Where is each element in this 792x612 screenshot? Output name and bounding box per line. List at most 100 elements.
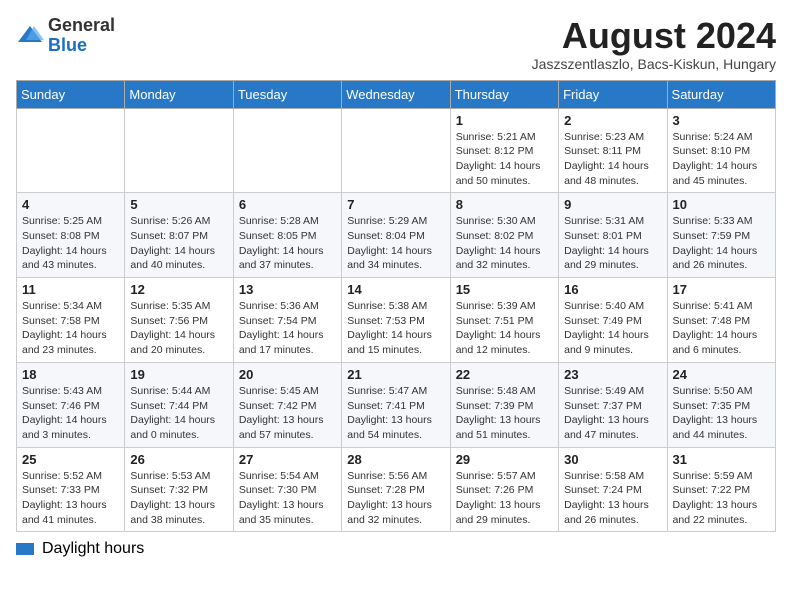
daylight-legend-swatch — [16, 543, 34, 555]
day-detail: Sunrise: 5:39 AM Sunset: 7:51 PM Dayligh… — [456, 299, 553, 358]
logo-icon — [16, 22, 44, 50]
day-number: 15 — [456, 282, 553, 297]
calendar-cell: 26 Sunrise: 5:53 AM Sunset: 7:32 PM Dayli… — [125, 447, 233, 532]
day-detail: Sunrise: 5:57 AM Sunset: 7:26 PM Dayligh… — [456, 469, 553, 528]
day-number: 31 — [673, 452, 770, 467]
day-detail: Sunrise: 5:33 AM Sunset: 7:59 PM Dayligh… — [673, 214, 770, 273]
day-detail: Sunrise: 5:43 AM Sunset: 7:46 PM Dayligh… — [22, 384, 119, 443]
calendar-week-row: 11 Sunrise: 5:34 AM Sunset: 7:58 PM Dayli… — [17, 278, 776, 363]
calendar-table: SundayMondayTuesdayWednesdayThursdayFrid… — [16, 80, 776, 533]
day-detail: Sunrise: 5:30 AM Sunset: 8:02 PM Dayligh… — [456, 214, 553, 273]
day-number: 27 — [239, 452, 336, 467]
calendar-cell — [125, 108, 233, 193]
day-detail: Sunrise: 5:49 AM Sunset: 7:37 PM Dayligh… — [564, 384, 661, 443]
day-number: 16 — [564, 282, 661, 297]
day-detail: Sunrise: 5:53 AM Sunset: 7:32 PM Dayligh… — [130, 469, 227, 528]
day-number: 4 — [22, 197, 119, 212]
calendar-cell: 1 Sunrise: 5:21 AM Sunset: 8:12 PM Daylig… — [450, 108, 558, 193]
day-number: 13 — [239, 282, 336, 297]
day-number: 5 — [130, 197, 227, 212]
day-number: 22 — [456, 367, 553, 382]
day-detail: Sunrise: 5:23 AM Sunset: 8:11 PM Dayligh… — [564, 130, 661, 189]
daylight-legend-label: Daylight hours — [42, 540, 144, 558]
day-detail: Sunrise: 5:58 AM Sunset: 7:24 PM Dayligh… — [564, 469, 661, 528]
day-number: 24 — [673, 367, 770, 382]
day-detail: Sunrise: 5:24 AM Sunset: 8:10 PM Dayligh… — [673, 130, 770, 189]
day-number: 14 — [347, 282, 444, 297]
weekday-header: Friday — [559, 80, 667, 108]
calendar-week-row: 25Sunrise: 5:52 AM Sunset: 7:33 PM Dayli… — [17, 447, 776, 532]
logo-general-text: General — [48, 15, 115, 35]
weekday-header: Thursday — [450, 80, 558, 108]
calendar-cell: 25Sunrise: 5:52 AM Sunset: 7:33 PM Dayli… — [17, 447, 125, 532]
calendar-cell — [233, 108, 341, 193]
day-number: 7 — [347, 197, 444, 212]
day-detail: Sunrise: 5:45 AM Sunset: 7:42 PM Dayligh… — [239, 384, 336, 443]
day-number: 28 — [347, 452, 444, 467]
day-detail: Sunrise: 5:56 AM Sunset: 7:28 PM Dayligh… — [347, 469, 444, 528]
calendar-cell: 17 Sunrise: 5:41 AM Sunset: 7:48 PM Dayli… — [667, 278, 775, 363]
calendar-cell: 9 Sunrise: 5:31 AM Sunset: 8:01 PM Daylig… — [559, 193, 667, 278]
weekday-header: Tuesday — [233, 80, 341, 108]
calendar-cell: 22 Sunrise: 5:48 AM Sunset: 7:39 PM Dayli… — [450, 362, 558, 447]
day-detail: Sunrise: 5:36 AM Sunset: 7:54 PM Dayligh… — [239, 299, 336, 358]
calendar-week-row: 1 Sunrise: 5:21 AM Sunset: 8:12 PM Daylig… — [17, 108, 776, 193]
day-number: 11 — [22, 282, 119, 297]
calendar-cell: 7Sunrise: 5:29 AM Sunset: 8:04 PM Daylig… — [342, 193, 450, 278]
day-number: 1 — [456, 113, 553, 128]
day-number: 26 — [130, 452, 227, 467]
day-number: 17 — [673, 282, 770, 297]
calendar-cell: 21Sunrise: 5:47 AM Sunset: 7:41 PM Dayli… — [342, 362, 450, 447]
day-number: 30 — [564, 452, 661, 467]
title-block: August 2024 Jaszszentlaszlo, Bacs-Kiskun… — [532, 16, 776, 72]
day-number: 10 — [673, 197, 770, 212]
day-number: 3 — [673, 113, 770, 128]
day-number: 12 — [130, 282, 227, 297]
calendar-cell: 27 Sunrise: 5:54 AM Sunset: 7:30 PM Dayli… — [233, 447, 341, 532]
logo: General Blue — [16, 16, 115, 56]
day-detail: Sunrise: 5:31 AM Sunset: 8:01 PM Dayligh… — [564, 214, 661, 273]
day-detail: Sunrise: 5:54 AM Sunset: 7:30 PM Dayligh… — [239, 469, 336, 528]
calendar-cell: 18Sunrise: 5:43 AM Sunset: 7:46 PM Dayli… — [17, 362, 125, 447]
calendar-cell: 8Sunrise: 5:30 AM Sunset: 8:02 PM Daylig… — [450, 193, 558, 278]
day-detail: Sunrise: 5:38 AM Sunset: 7:53 PM Dayligh… — [347, 299, 444, 358]
calendar-cell: 14 Sunrise: 5:38 AM Sunset: 7:53 PM Dayli… — [342, 278, 450, 363]
day-detail: Sunrise: 5:28 AM Sunset: 8:05 PM Dayligh… — [239, 214, 336, 273]
calendar-cell — [342, 108, 450, 193]
day-detail: Sunrise: 5:50 AM Sunset: 7:35 PM Dayligh… — [673, 384, 770, 443]
calendar-header-row: SundayMondayTuesdayWednesdayThursdayFrid… — [17, 80, 776, 108]
month-title: August 2024 — [532, 16, 776, 56]
calendar-cell: 16Sunrise: 5:40 AM Sunset: 7:49 PM Dayli… — [559, 278, 667, 363]
day-number: 23 — [564, 367, 661, 382]
calendar-cell: 29Sunrise: 5:57 AM Sunset: 7:26 PM Dayli… — [450, 447, 558, 532]
day-detail: Sunrise: 5:41 AM Sunset: 7:48 PM Dayligh… — [673, 299, 770, 358]
day-number: 20 — [239, 367, 336, 382]
day-detail: Sunrise: 5:21 AM Sunset: 8:12 PM Dayligh… — [456, 130, 553, 189]
day-number: 2 — [564, 113, 661, 128]
calendar-week-row: 18Sunrise: 5:43 AM Sunset: 7:46 PM Dayli… — [17, 362, 776, 447]
day-number: 9 — [564, 197, 661, 212]
weekday-header: Wednesday — [342, 80, 450, 108]
weekday-header: Sunday — [17, 80, 125, 108]
day-detail: Sunrise: 5:47 AM Sunset: 7:41 PM Dayligh… — [347, 384, 444, 443]
day-detail: Sunrise: 5:52 AM Sunset: 7:33 PM Dayligh… — [22, 469, 119, 528]
weekday-header: Monday — [125, 80, 233, 108]
calendar-cell: 28 Sunrise: 5:56 AM Sunset: 7:28 PM Dayli… — [342, 447, 450, 532]
calendar-cell: 30 Sunrise: 5:58 AM Sunset: 7:24 PM Dayli… — [559, 447, 667, 532]
day-number: 6 — [239, 197, 336, 212]
calendar-cell: 19Sunrise: 5:44 AM Sunset: 7:44 PM Dayli… — [125, 362, 233, 447]
weekday-header: Saturday — [667, 80, 775, 108]
legend: Daylight hours — [16, 540, 776, 558]
logo-blue-text: Blue — [48, 35, 87, 55]
day-detail: Sunrise: 5:34 AM Sunset: 7:58 PM Dayligh… — [22, 299, 119, 358]
day-detail: Sunrise: 5:44 AM Sunset: 7:44 PM Dayligh… — [130, 384, 227, 443]
calendar-cell: 2 Sunrise: 5:23 AM Sunset: 8:11 PM Daylig… — [559, 108, 667, 193]
calendar-cell: 10 Sunrise: 5:33 AM Sunset: 7:59 PM Dayli… — [667, 193, 775, 278]
day-detail: Sunrise: 5:35 AM Sunset: 7:56 PM Dayligh… — [130, 299, 227, 358]
day-detail: Sunrise: 5:59 AM Sunset: 7:22 PM Dayligh… — [673, 469, 770, 528]
calendar-cell: 31 Sunrise: 5:59 AM Sunset: 7:22 PM Dayli… — [667, 447, 775, 532]
calendar-cell: 4Sunrise: 5:25 AM Sunset: 8:08 PM Daylig… — [17, 193, 125, 278]
calendar-cell — [17, 108, 125, 193]
day-detail: Sunrise: 5:48 AM Sunset: 7:39 PM Dayligh… — [456, 384, 553, 443]
day-detail: Sunrise: 5:26 AM Sunset: 8:07 PM Dayligh… — [130, 214, 227, 273]
